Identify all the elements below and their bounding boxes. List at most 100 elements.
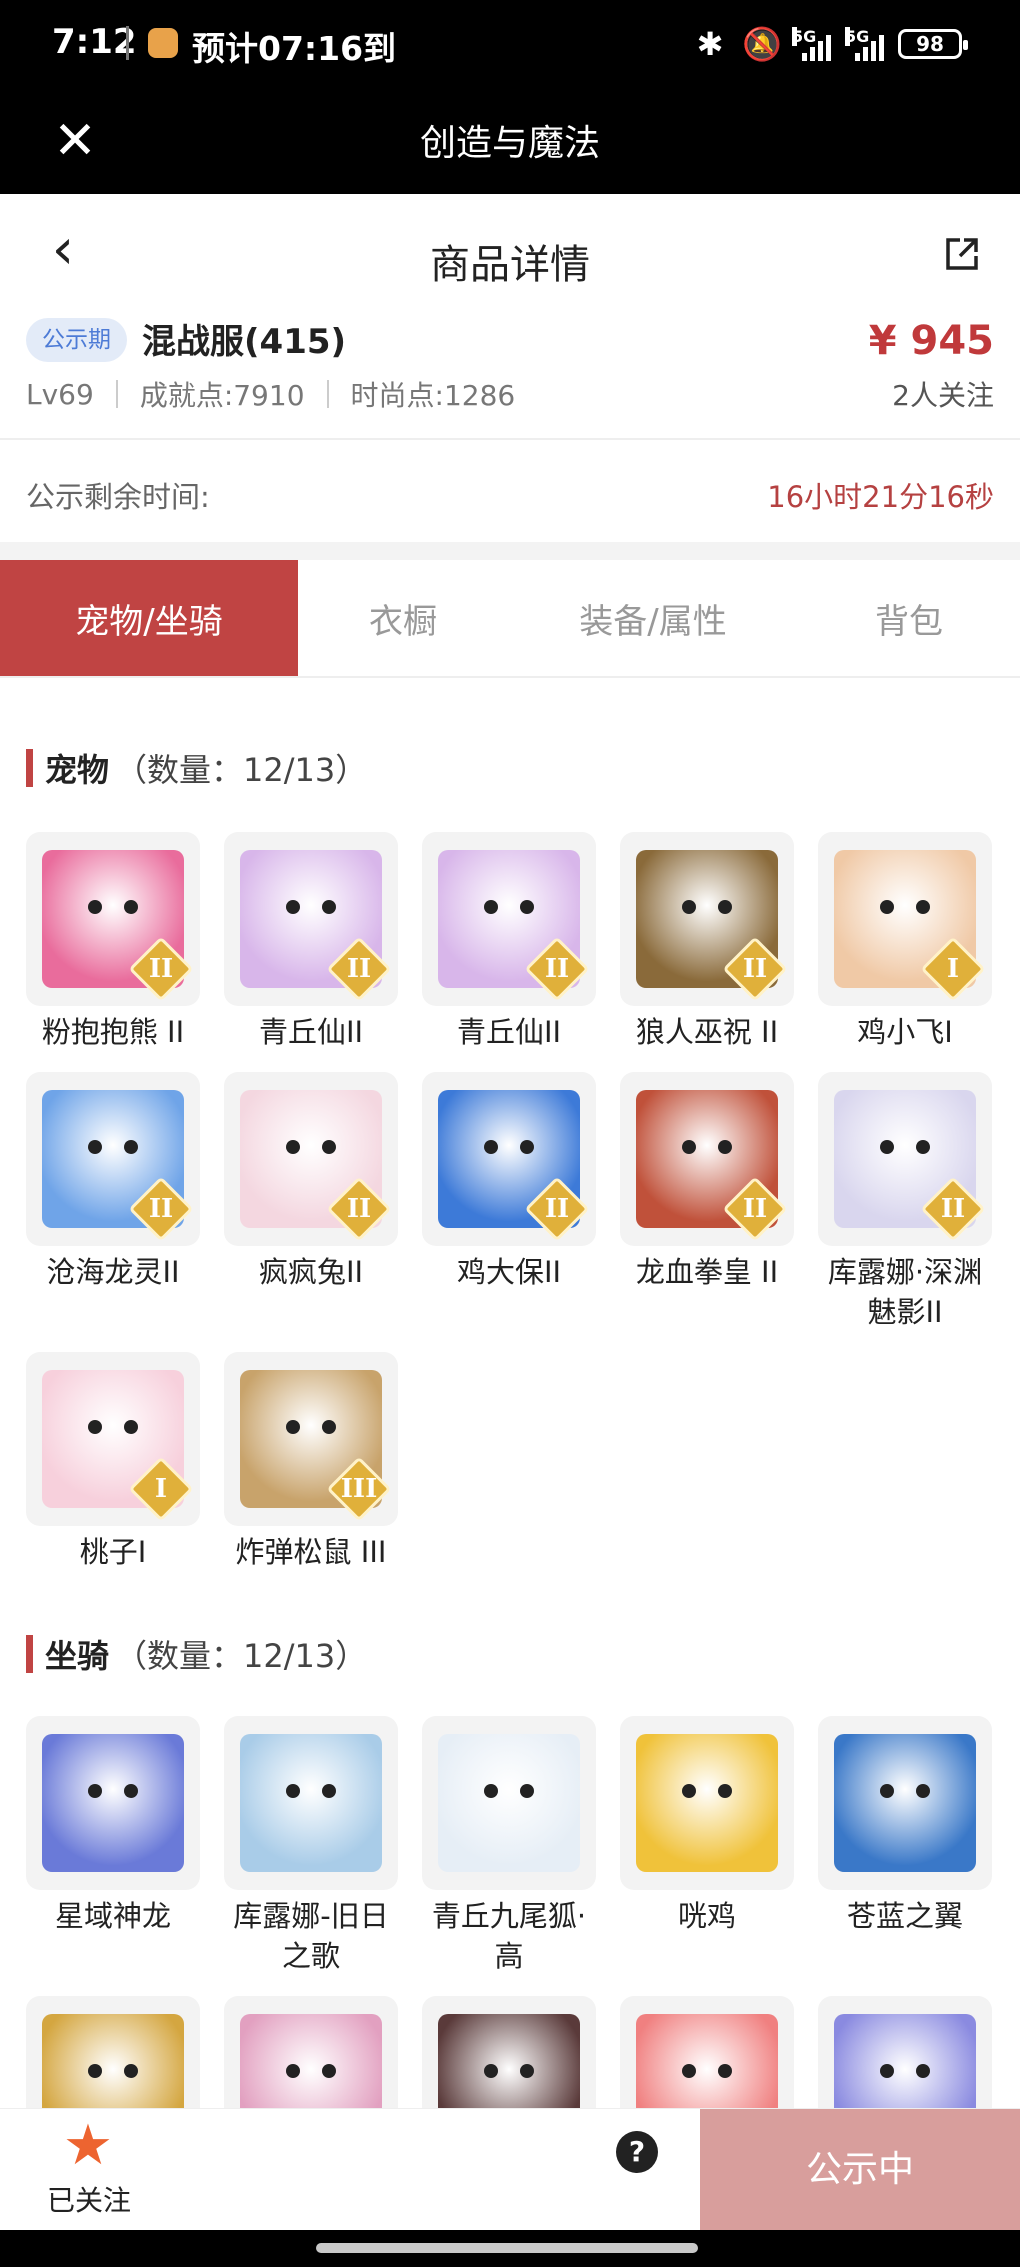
pet-card[interactable]: II 鸡大保II (422, 1072, 596, 1292)
pet-card[interactable]: II 青丘仙II (422, 832, 596, 1052)
pet-name: 鸡小飞I (857, 1015, 953, 1049)
character-eye (88, 1784, 102, 1798)
character-eye (124, 1784, 138, 1798)
tab-equipment[interactable]: 装备/属性 (508, 560, 798, 676)
pet-card[interactable]: I 桃子I (26, 1352, 200, 1572)
pet-card[interactable]: II 青丘仙II (224, 832, 398, 1052)
star-icon: ★ (62, 2113, 114, 2178)
system-nav-bar (0, 2230, 1020, 2267)
character-stats: Lv69 成就点:7910 时尚点:1286 (26, 374, 515, 414)
pet-card[interactable]: II 龙血拳皇 II (620, 1072, 794, 1292)
pet-card[interactable]: II 狼人巫祝 II (620, 832, 794, 1052)
help-icon[interactable]: ? (616, 2131, 658, 2173)
pet-card[interactable]: I 鸡小飞I (818, 832, 992, 1052)
tier-label: II (544, 1194, 570, 1224)
mount-card[interactable]: 星域神龙 (26, 1716, 200, 1936)
mount-card[interactable]: 青丘九尾狐·高 (422, 1716, 596, 1976)
section-marker (26, 1635, 33, 1673)
character-eye (682, 1140, 696, 1154)
character-eye (484, 1784, 498, 1798)
follow-button[interactable]: ★ 已关注 (0, 2109, 178, 2231)
countdown-value: 16小时21分16秒 (767, 480, 994, 514)
pet-card[interactable]: III 炸弹松鼠 III (224, 1352, 398, 1572)
character-eye (682, 1784, 696, 1798)
tier-label: II (742, 954, 768, 984)
status-time: 7:12 (52, 22, 137, 62)
character-eye (718, 1784, 732, 1798)
signal-icon: 5G (792, 27, 831, 61)
character-eye (916, 2064, 930, 2078)
mount-name: 库露娜-旧日之歌 (233, 1899, 389, 1973)
pet-thumbnail: II (422, 1072, 596, 1246)
section-name: 宠物 (45, 751, 110, 789)
external-link-icon[interactable] (942, 234, 982, 274)
tier-label: I (946, 954, 960, 984)
home-indicator[interactable] (316, 2243, 698, 2253)
pet-card[interactable]: II 粉抱抱熊 II (26, 832, 200, 1052)
status-bar: 7:12 预计07:16到 ✱ 🔕 5G 5G 98 (0, 0, 1020, 92)
pet-thumbnail: II (620, 832, 794, 1006)
fashion-points: 时尚点:1286 (350, 379, 516, 412)
character-eye (124, 1420, 138, 1434)
character-eye (520, 2064, 534, 2078)
character-eye (286, 1784, 300, 1798)
public-status-button[interactable]: 公示中 (700, 2109, 1020, 2231)
pet-thumbnail: II (224, 1072, 398, 1246)
tab-backpack[interactable]: 背包 (798, 560, 1020, 676)
listing-summary: 公示期 混战服(415) ¥ 945 Lv69 成就点:7910 时尚点:128… (0, 314, 1020, 438)
character-eye (718, 2064, 732, 2078)
pet-name: 疯疯兔II (258, 1255, 364, 1289)
page-header: ‹ 商品详情 (0, 194, 1020, 314)
delivery-app-icon (148, 28, 178, 58)
mount-card[interactable]: 苍蓝之翼 (818, 1716, 992, 1936)
character-art (438, 1734, 580, 1872)
character-eye (322, 1420, 336, 1434)
page-title: 商品详情 (430, 242, 590, 288)
bottom-action-bar: ★ 已关注 ? 公示中 (0, 2108, 1020, 2231)
mounts-section-title: 坐骑 （数量：12/13） (26, 1634, 367, 1675)
status-indicators: ✱ 🔕 5G 5G 98 (692, 22, 968, 66)
pet-name: 沧海龙灵II (46, 1255, 180, 1289)
tab-pets-mounts[interactable]: 宠物/坐骑 (0, 560, 298, 676)
character-eye (124, 1140, 138, 1154)
character-eye (916, 1784, 930, 1798)
section-count: （数量：12/13） (115, 751, 368, 789)
pet-thumbnail: II (26, 1072, 200, 1246)
character-eye (682, 2064, 696, 2078)
tier-label: II (148, 1194, 174, 1224)
mount-thumbnail (818, 1716, 992, 1890)
follower-count: 2人关注 (892, 379, 994, 412)
character-eye (88, 2064, 102, 2078)
mount-thumbnail (422, 1716, 596, 1890)
pet-name: 青丘仙II (258, 1015, 364, 1049)
mount-card[interactable]: 库露娜-旧日之歌 (224, 1716, 398, 1976)
character-eye (520, 1140, 534, 1154)
pet-card[interactable]: II 疯疯兔II (224, 1072, 398, 1292)
tab-wardrobe[interactable]: 衣橱 (298, 560, 508, 676)
mount-name: 咣鸡 (677, 1899, 736, 1933)
pet-name: 粉抱抱熊 II (41, 1015, 185, 1049)
countdown-label: 公示剩余时间: (26, 480, 210, 514)
signal-icon: 5G (845, 27, 884, 61)
app-title: 创造与魔法 (419, 123, 600, 164)
character-eye (484, 1140, 498, 1154)
tab-bar: 宠物/坐骑 衣橱 装备/属性 背包 (0, 560, 1020, 678)
pet-name: 鸡大保II (456, 1255, 562, 1289)
character-eye (520, 900, 534, 914)
character-eye (286, 900, 300, 914)
mount-card[interactable]: 咣鸡 (620, 1716, 794, 1936)
battery-icon: 98 (898, 29, 968, 59)
tier-label: II (544, 954, 570, 984)
tier-label: I (154, 1474, 168, 1504)
character-eye (484, 2064, 498, 2078)
character-art (240, 1734, 382, 1872)
pet-card[interactable]: II 库露娜·深渊魅影II (818, 1072, 992, 1332)
pet-card[interactable]: II 沧海龙灵II (26, 1072, 200, 1292)
character-eye (88, 1140, 102, 1154)
mount-name: 星域神龙 (54, 1899, 171, 1933)
pet-name: 炸弹松鼠 III (235, 1535, 387, 1569)
app-bar: ✕ 创造与魔法 (0, 92, 1020, 194)
bell-muted-icon: 🔕 (742, 25, 782, 63)
tier-label: II (346, 1194, 372, 1224)
mount-thumbnail (224, 1716, 398, 1890)
